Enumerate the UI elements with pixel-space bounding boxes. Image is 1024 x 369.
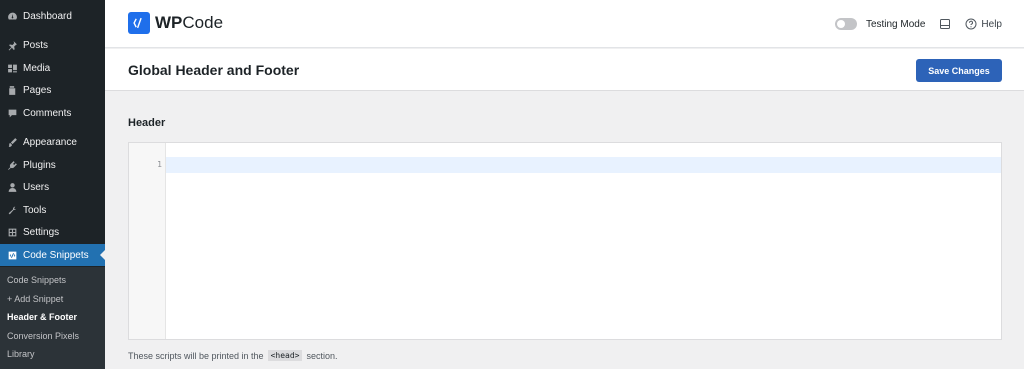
- sidebar-item-label: Users: [23, 181, 50, 193]
- active-menu-arrow: [100, 250, 105, 260]
- submenu-item-code-snippets[interactable]: Code Snippets: [7, 275, 66, 285]
- note-text-before: These scripts will be printed in the: [128, 350, 264, 361]
- sidebar-item-label: Pages: [23, 84, 52, 96]
- topbar-actions: Testing Mode Help: [834, 14, 1002, 34]
- sidebar-item-label: Media: [23, 62, 51, 74]
- sidebar-item-label: Plugins: [23, 159, 56, 171]
- logo-text-bold: WP: [155, 13, 183, 32]
- wpcode-logo-icon: [128, 12, 150, 34]
- plugin-topbar: WPCode Testing Mode Help: [105, 0, 1024, 48]
- sidebar-item-label: Tools: [23, 204, 47, 216]
- sidebar-item-tools[interactable]: Tools: [0, 199, 105, 221]
- media-icon: [5, 61, 19, 75]
- logo-text-rest: Code: [182, 13, 224, 32]
- page-titlebar: Global Header and Footer Save Changes: [105, 49, 1024, 91]
- sidebar-item-label: Settings: [23, 226, 60, 238]
- help-icon[interactable]: [965, 18, 977, 30]
- sidebar-item-code-snippets[interactable]: Code Snippets: [0, 244, 105, 266]
- dashboard-icon: [5, 9, 19, 23]
- header-scripts-note: These scripts will be printed in the <he…: [128, 350, 338, 361]
- help-link[interactable]: Help: [981, 19, 1002, 30]
- sidebar-item-label: Comments: [23, 107, 72, 119]
- code-snippets-icon: [5, 248, 19, 262]
- submenu-item-add-snippet[interactable]: + Add Snippet: [7, 294, 63, 304]
- header-code-editor[interactable]: 1: [128, 142, 1002, 340]
- toggle-knob: [836, 20, 845, 28]
- settings-icon: [5, 225, 19, 239]
- line-number: 1: [157, 160, 162, 169]
- note-text-after: section.: [306, 350, 338, 361]
- plugin-icon: [5, 158, 19, 172]
- submenu-item-library[interactable]: Library: [7, 349, 35, 359]
- editor-active-line[interactable]: [166, 157, 1001, 173]
- sidebar-item-label: Code Snippets: [23, 249, 89, 261]
- sidebar-item-settings[interactable]: Settings: [0, 221, 105, 243]
- sidebar-item-posts[interactable]: Posts: [0, 34, 105, 56]
- editor-gutter: 1: [129, 143, 166, 339]
- sidebar-item-label: Posts: [23, 39, 49, 51]
- pin-icon: [5, 38, 19, 52]
- submenu-item-conversion-pixels[interactable]: Conversion Pixels: [7, 331, 79, 341]
- save-changes-button[interactable]: Save Changes: [916, 59, 1002, 82]
- sidebar-item-users[interactable]: Users: [0, 176, 105, 198]
- pages-icon: [5, 83, 19, 97]
- wpcode-logo-text: WPCode: [155, 13, 223, 33]
- submenu-item-header-footer[interactable]: Header & Footer: [7, 312, 77, 322]
- header-section-label: Header: [128, 117, 166, 129]
- sidebar-item-plugins[interactable]: Plugins: [0, 154, 105, 176]
- sidebar-item-label: Dashboard: [23, 10, 72, 22]
- testing-mode-label: Testing Mode: [865, 18, 926, 30]
- note-code-tag: <head>: [267, 350, 303, 361]
- sidebar-item-dashboard[interactable]: Dashboard: [0, 5, 105, 27]
- sidebar-item-appearance[interactable]: Appearance: [0, 131, 105, 153]
- sidebar-item-comments[interactable]: Comments: [0, 102, 105, 124]
- code-snippets-submenu: Code Snippets + Add Snippet Header & Foo…: [0, 267, 105, 369]
- brush-icon: [5, 135, 19, 149]
- admin-sidebar: Dashboard Posts Media Pages Comments App…: [0, 0, 105, 369]
- testing-mode-toggle[interactable]: [834, 18, 857, 30]
- sidebar-item-media[interactable]: Media: [0, 57, 105, 79]
- notifications-inbox-icon[interactable]: [939, 18, 951, 30]
- comments-icon: [5, 106, 19, 120]
- page-title: Global Header and Footer: [128, 62, 300, 78]
- users-icon: [5, 180, 19, 194]
- sidebar-item-label: Appearance: [23, 136, 77, 148]
- wrench-icon: [5, 203, 19, 217]
- wpcode-logo[interactable]: WPCode: [128, 12, 223, 34]
- sidebar-item-pages[interactable]: Pages: [0, 79, 105, 101]
